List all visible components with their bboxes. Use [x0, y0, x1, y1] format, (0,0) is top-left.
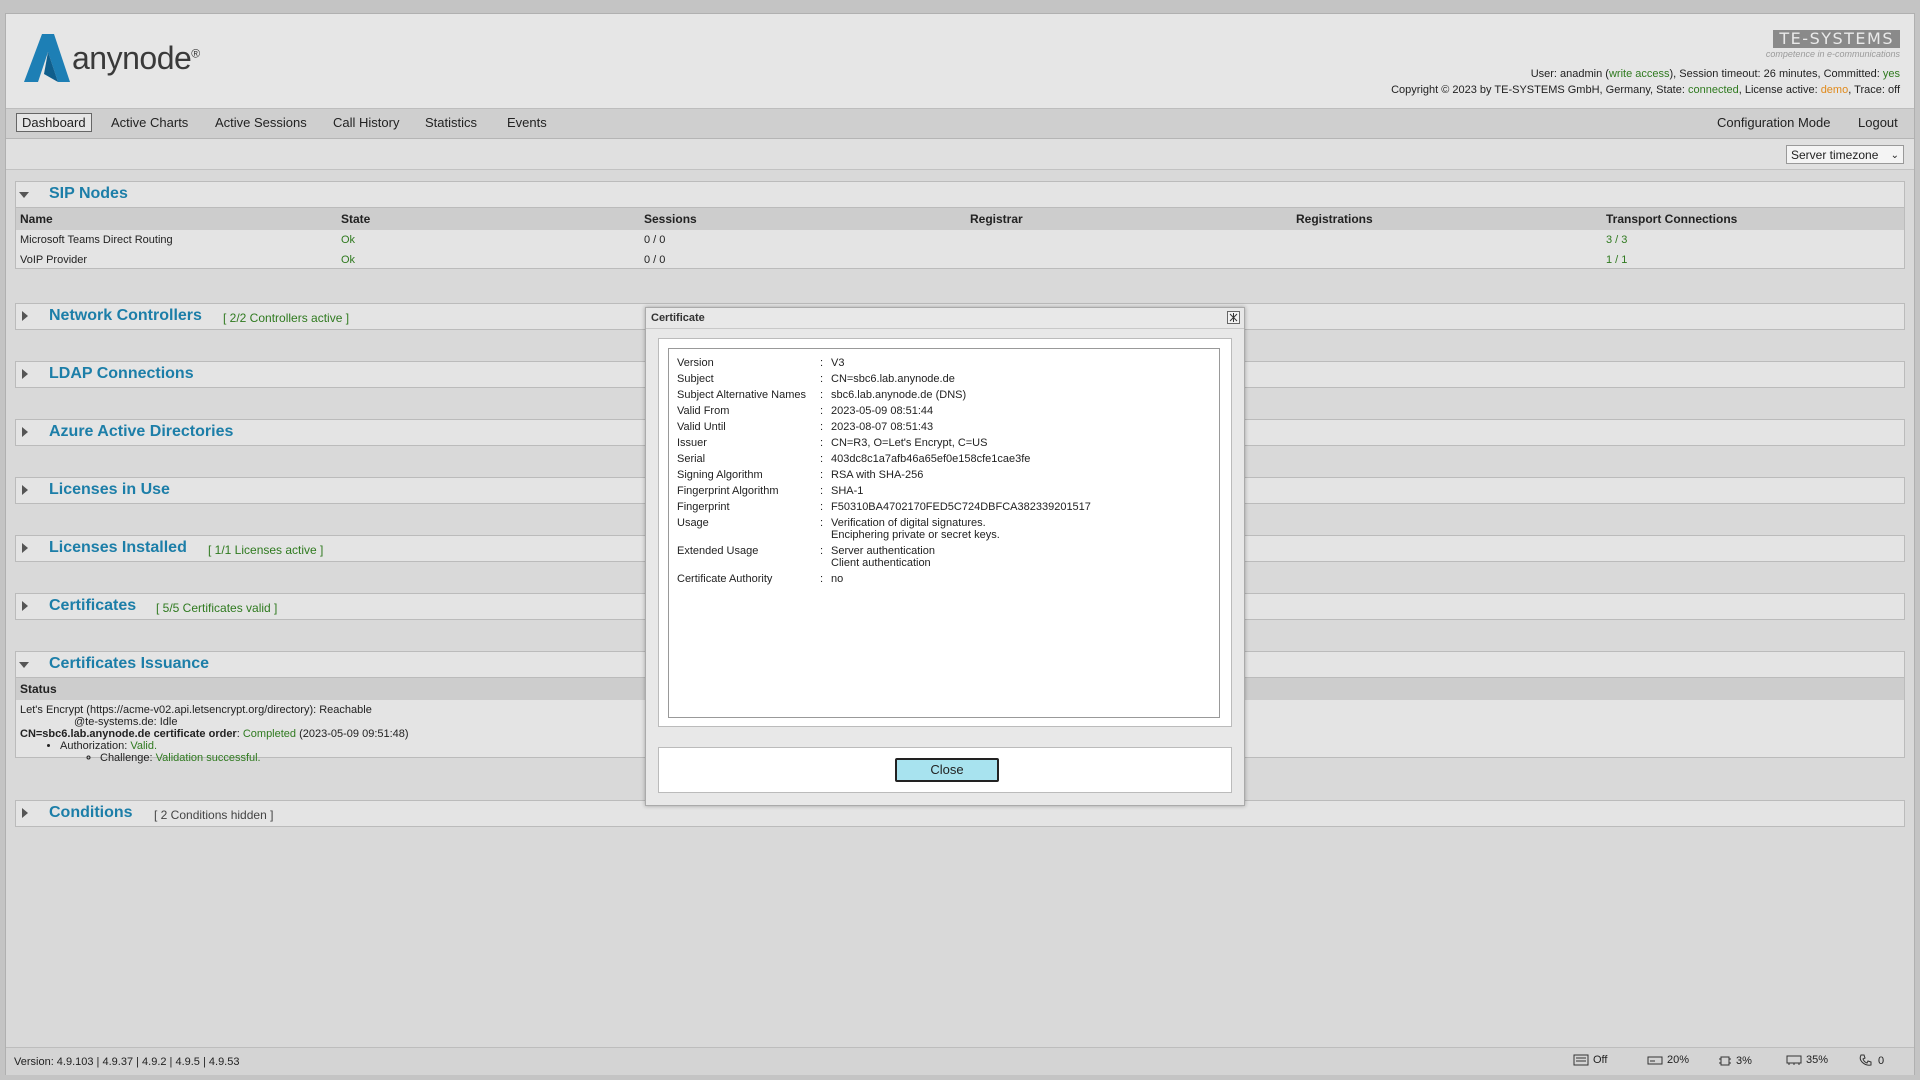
table-row[interactable]: Microsoft Teams Direct Routing Ok 0 / 0 …	[16, 230, 1904, 250]
nav-active-charts[interactable]: Active Charts	[106, 114, 193, 131]
certificate-details: Version: V3 Subject: CN=sbc6.lab.anynode.d…	[668, 348, 1220, 718]
expand-icon	[22, 808, 28, 818]
nav-events[interactable]: Events	[502, 114, 552, 131]
nav-configuration-mode[interactable]: Configuration Mode	[1712, 114, 1835, 131]
expand-icon	[22, 311, 28, 321]
anynode-logo-icon	[24, 34, 70, 82]
expand-icon	[22, 485, 28, 495]
expand-icon	[22, 601, 28, 611]
version-info: Version: 4.9.103 | 4.9.37 | 4.9.2 | 4.9.…	[14, 1056, 240, 1068]
collapse-icon	[19, 192, 29, 198]
footer: Version: 4.9.103 | 4.9.37 | 4.9.2 | 4.9.…	[6, 1047, 1914, 1075]
close-icon[interactable]	[1227, 311, 1240, 324]
nav-dashboard[interactable]: Dashboard	[16, 113, 92, 132]
expand-icon	[22, 369, 28, 379]
certificate-dialog: Certificate Version: V3 Subject: CN=sbc6.l…	[645, 307, 1245, 806]
main-nav: Dashboard Active Charts Active Sessions …	[6, 109, 1914, 139]
sip-nodes-section: SIP Nodes Name State Sessions Registrar …	[15, 181, 1905, 269]
te-systems-logo: TE-SYSTEMS competence in e-communication…	[1765, 29, 1900, 59]
nav-call-history[interactable]: Call History	[328, 114, 404, 131]
expand-icon	[22, 427, 28, 437]
disk-status: 20%	[1647, 1054, 1689, 1066]
close-button[interactable]: Close	[895, 758, 999, 782]
header: anynode® TE-SYSTEMS competence in e-comm…	[6, 14, 1914, 109]
calls-status: 0	[1858, 1054, 1884, 1068]
memory-status: 35%	[1786, 1054, 1828, 1066]
toolbar: Server timezone ⌄	[6, 139, 1914, 170]
keyboard-status: Off	[1573, 1054, 1607, 1066]
cpu-icon	[1719, 1056, 1731, 1066]
nav-logout[interactable]: Logout	[1853, 114, 1903, 131]
expand-icon	[22, 543, 28, 553]
system-status: Copyright © 2023 by TE-SYSTEMS GmbH, Ger…	[1391, 84, 1900, 96]
session-status: User: anadmin (write access), Session ti…	[1530, 68, 1900, 80]
timezone-select[interactable]: Server timezone ⌄	[1786, 145, 1904, 164]
disk-icon	[1647, 1056, 1663, 1065]
sip-nodes-table: Name State Sessions Registrar Registrati…	[16, 207, 1904, 270]
nav-statistics[interactable]: Statistics	[420, 114, 482, 131]
cpu-status: 3%	[1718, 1054, 1752, 1068]
dialog-titlebar: Certificate	[646, 308, 1244, 329]
table-row[interactable]: VoIP Provider Ok 0 / 0 1 / 1	[16, 250, 1904, 270]
keyboard-icon	[1573, 1054, 1589, 1066]
phone-icon	[1859, 1054, 1872, 1066]
chevron-down-icon: ⌄	[1890, 150, 1899, 161]
sip-nodes-header[interactable]: SIP Nodes	[16, 182, 1904, 207]
collapse-icon	[19, 662, 29, 668]
brand-name: anynode®	[72, 40, 200, 76]
memory-icon	[1786, 1055, 1802, 1065]
nav-active-sessions[interactable]: Active Sessions	[210, 114, 312, 131]
